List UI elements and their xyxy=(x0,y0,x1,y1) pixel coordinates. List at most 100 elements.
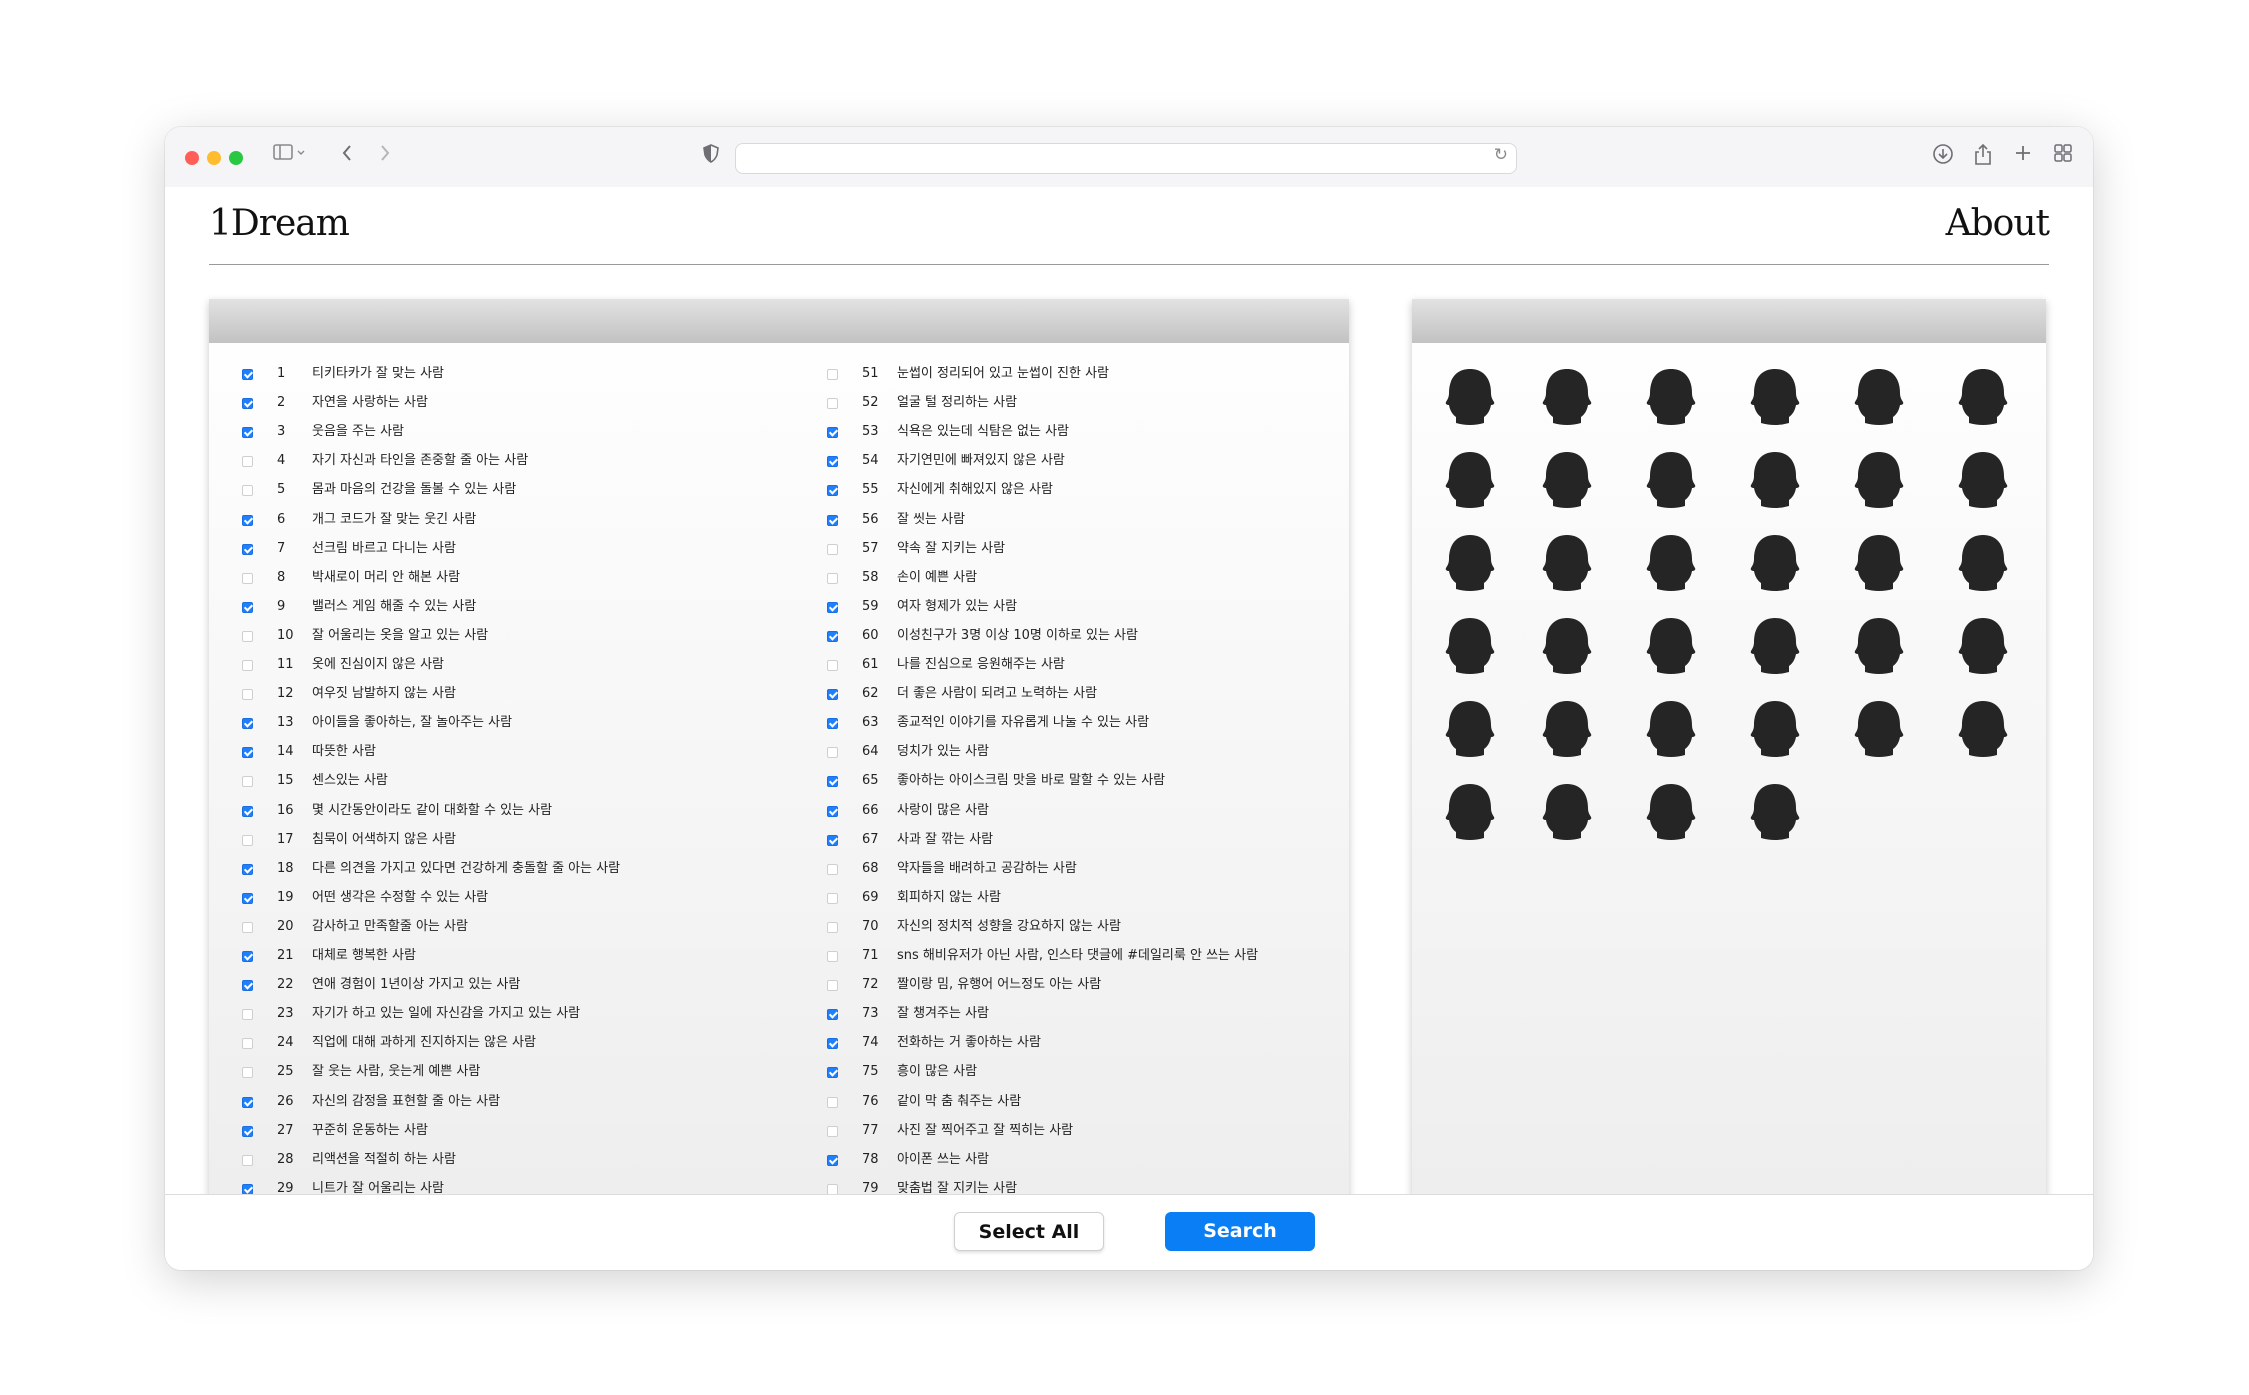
criteria-item[interactable]: 13 아이들을 좋아하는, 잘 놀아주는 사람 xyxy=(242,708,802,737)
person-avatar-icon[interactable] xyxy=(1853,367,1905,427)
criteria-item[interactable]: 52 얼굴 털 정리하는 사람 xyxy=(827,388,1349,417)
criteria-item[interactable]: 67 사과 잘 깎는 사람 xyxy=(827,825,1349,854)
criteria-checkbox[interactable] xyxy=(242,718,253,730)
criteria-checkbox[interactable] xyxy=(242,1154,253,1166)
person-avatar-icon[interactable] xyxy=(1444,782,1496,842)
person-avatar-icon[interactable] xyxy=(1541,450,1593,510)
criteria-item[interactable]: 60 이성친구가 3명 이상 10명 이하로 있는 사람 xyxy=(827,621,1349,650)
criteria-item[interactable]: 57 약속 잘 지키는 사람 xyxy=(827,534,1349,563)
person-avatar-icon[interactable] xyxy=(1444,367,1496,427)
person-avatar-icon[interactable] xyxy=(1645,699,1697,759)
criteria-checkbox[interactable] xyxy=(242,543,253,555)
person-avatar-icon[interactable] xyxy=(1749,533,1801,593)
criteria-checkbox[interactable] xyxy=(827,980,838,992)
criteria-item[interactable]: 28 리액션을 적절히 하는 사람 xyxy=(242,1145,802,1174)
person-avatar-icon[interactable] xyxy=(1541,616,1593,676)
person-avatar-icon[interactable] xyxy=(1444,533,1496,593)
about-link[interactable]: About xyxy=(1946,203,2050,244)
criteria-checkbox[interactable] xyxy=(242,834,253,846)
criteria-item[interactable]: 10 잘 어울리는 옷을 알고 있는 사람 xyxy=(242,621,802,650)
criteria-checkbox[interactable] xyxy=(242,485,253,497)
criteria-item[interactable]: 53 식욕은 있는데 식탐은 없는 사람 xyxy=(827,417,1349,446)
criteria-item[interactable]: 14 따뜻한 사람 xyxy=(242,737,802,766)
criteria-item[interactable]: 65 좋아하는 아이스크림 맛을 바로 말할 수 있는 사람 xyxy=(827,766,1349,795)
criteria-checkbox[interactable] xyxy=(242,1096,253,1108)
search-button[interactable]: Search xyxy=(1165,1212,1315,1251)
person-avatar-icon[interactable] xyxy=(1444,450,1496,510)
criteria-checkbox[interactable] xyxy=(242,601,253,613)
person-avatar-icon[interactable] xyxy=(1749,367,1801,427)
person-avatar-icon[interactable] xyxy=(1749,616,1801,676)
close-window-button[interactable] xyxy=(185,151,199,165)
criteria-checkbox[interactable] xyxy=(827,689,838,701)
criteria-item[interactable]: 74 전화하는 거 좋아하는 사람 xyxy=(827,1028,1349,1057)
criteria-checkbox[interactable] xyxy=(827,834,838,846)
criteria-item[interactable]: 8 박새로이 머리 안 해본 사람 xyxy=(242,563,802,592)
criteria-checkbox[interactable] xyxy=(242,863,253,875)
criteria-item[interactable]: 7 선크림 바르고 다니는 사람 xyxy=(242,534,802,563)
criteria-checkbox[interactable] xyxy=(827,427,838,439)
person-avatar-icon[interactable] xyxy=(1957,616,2009,676)
criteria-item[interactable]: 1 티키타카가 잘 맞는 사람 xyxy=(242,359,802,388)
criteria-item[interactable]: 16 몇 시간동안이라도 같이 대화할 수 있는 사람 xyxy=(242,796,802,825)
person-avatar-icon[interactable] xyxy=(1853,699,1905,759)
criteria-item[interactable]: 72 짤이랑 밈, 유행어 어느정도 아는 사람 xyxy=(827,970,1349,999)
criteria-item[interactable]: 4 자기 자신과 타인을 존중할 줄 아는 사람 xyxy=(242,446,802,475)
criteria-item[interactable]: 12 여우짓 남발하지 않는 사람 xyxy=(242,679,802,708)
back-icon[interactable] xyxy=(335,143,359,171)
criteria-checkbox[interactable] xyxy=(827,1125,838,1137)
criteria-checkbox[interactable] xyxy=(827,572,838,584)
person-avatar-icon[interactable] xyxy=(1749,450,1801,510)
person-avatar-icon[interactable] xyxy=(1541,367,1593,427)
criteria-item[interactable]: 78 아이폰 쓰는 사람 xyxy=(827,1145,1349,1174)
criteria-item[interactable]: 54 자기연민에 빠져있지 않은 사람 xyxy=(827,446,1349,475)
person-avatar-icon[interactable] xyxy=(1957,450,2009,510)
person-avatar-icon[interactable] xyxy=(1645,450,1697,510)
minimize-window-button[interactable] xyxy=(207,151,221,165)
person-avatar-icon[interactable] xyxy=(1853,616,1905,676)
criteria-checkbox[interactable] xyxy=(827,485,838,497)
criteria-item[interactable]: 6 개그 코드가 잘 맞는 웃긴 사람 xyxy=(242,505,802,534)
criteria-checkbox[interactable] xyxy=(242,747,253,759)
criteria-checkbox[interactable] xyxy=(827,398,838,410)
tab-overview-icon[interactable] xyxy=(2049,143,2077,171)
address-bar[interactable]: ↻ xyxy=(735,143,1517,174)
criteria-checkbox[interactable] xyxy=(242,980,253,992)
criteria-item[interactable]: 11 옷에 진심이지 않은 사람 xyxy=(242,650,802,679)
criteria-item[interactable]: 62 더 좋은 사람이 되려고 노력하는 사람 xyxy=(827,679,1349,708)
criteria-item[interactable]: 15 센스있는 사람 xyxy=(242,766,802,795)
criteria-checkbox[interactable] xyxy=(827,543,838,555)
criteria-item[interactable]: 73 잘 챙겨주는 사람 xyxy=(827,999,1349,1028)
criteria-checkbox[interactable] xyxy=(827,660,838,671)
criteria-checkbox[interactable] xyxy=(827,514,838,526)
criteria-checkbox[interactable] xyxy=(242,630,253,642)
criteria-item[interactable]: 76 같이 막 춤 춰주는 사람 xyxy=(827,1087,1349,1116)
shield-icon[interactable] xyxy=(699,143,723,171)
criteria-checkbox[interactable] xyxy=(827,1009,838,1021)
download-icon[interactable] xyxy=(1929,143,1957,171)
criteria-checkbox[interactable] xyxy=(242,369,253,380)
criteria-item[interactable]: 63 종교적인 이야기를 자유롭게 나눌 수 있는 사람 xyxy=(827,708,1349,737)
person-avatar-icon[interactable] xyxy=(1645,616,1697,676)
criteria-checkbox[interactable] xyxy=(242,1009,253,1021)
criteria-item[interactable]: 2 자연을 사랑하는 사람 xyxy=(242,388,802,417)
criteria-checkbox[interactable] xyxy=(827,1154,838,1166)
criteria-checkbox[interactable] xyxy=(827,1067,838,1079)
criteria-checkbox[interactable] xyxy=(827,1096,838,1108)
person-avatar-icon[interactable] xyxy=(1444,616,1496,676)
person-avatar-icon[interactable] xyxy=(1853,450,1905,510)
criteria-item[interactable]: 21 대체로 행복한 사람 xyxy=(242,941,802,970)
criteria-checkbox[interactable] xyxy=(242,660,253,671)
criteria-item[interactable]: 20 감사하고 만족할줄 아는 사람 xyxy=(242,912,802,941)
criteria-item[interactable]: 69 회피하지 않는 사람 xyxy=(827,883,1349,912)
criteria-checkbox[interactable] xyxy=(242,892,253,904)
criteria-checkbox[interactable] xyxy=(827,921,838,933)
person-avatar-icon[interactable] xyxy=(1853,533,1905,593)
person-avatar-icon[interactable] xyxy=(1749,699,1801,759)
sidebar-icon[interactable] xyxy=(269,143,313,171)
zoom-window-button[interactable] xyxy=(229,151,243,165)
site-logo[interactable]: 1Dream xyxy=(209,203,350,244)
criteria-item[interactable]: 25 잘 웃는 사람, 웃는게 예쁜 사람 xyxy=(242,1057,802,1086)
criteria-item[interactable]: 70 자신의 정치적 성향을 강요하지 않는 사람 xyxy=(827,912,1349,941)
criteria-item[interactable]: 59 여자 형제가 있는 사람 xyxy=(827,592,1349,621)
